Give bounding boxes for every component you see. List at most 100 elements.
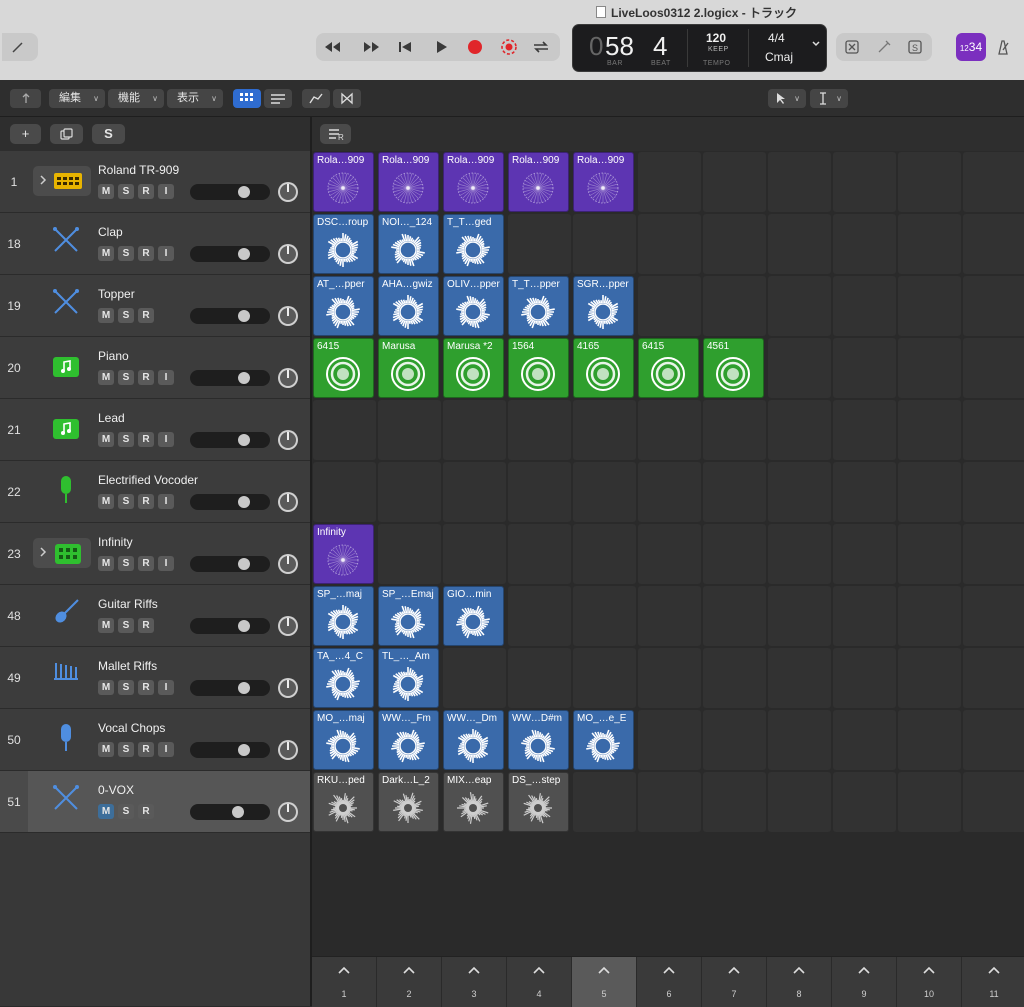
empty-cell[interactable] <box>638 276 701 336</box>
empty-cell[interactable] <box>703 400 766 460</box>
empty-cell[interactable] <box>898 524 961 584</box>
mute-button[interactable]: M <box>98 370 114 385</box>
loop-cell[interactable]: Rola…909 <box>313 152 374 212</box>
pan-knob[interactable] <box>277 739 299 761</box>
scene-trigger[interactable]: 2 <box>377 957 442 1007</box>
empty-cell[interactable] <box>638 648 701 708</box>
loop-cell[interactable]: NOI…_124 <box>378 214 439 274</box>
loop-cell[interactable]: Marusa <box>378 338 439 398</box>
track-row[interactable]: 19 Topper M S R <box>0 275 310 337</box>
empty-cell[interactable] <box>703 214 766 274</box>
track-row[interactable]: 48 Guitar Riffs M S R <box>0 585 310 647</box>
empty-cell[interactable] <box>898 276 961 336</box>
mute-button[interactable]: M <box>98 556 114 571</box>
loop-cell[interactable]: SP_…maj <box>313 586 374 646</box>
empty-cell[interactable] <box>573 214 636 274</box>
loop-cell[interactable]: WW…D#m <box>508 710 569 770</box>
empty-cell[interactable] <box>703 772 766 832</box>
track-row[interactable]: 20 Piano M S R I <box>0 337 310 399</box>
loop-cell[interactable]: MIX…eap <box>443 772 504 832</box>
empty-cell[interactable] <box>703 524 766 584</box>
empty-cell[interactable] <box>768 152 831 212</box>
track-row[interactable]: 18 Clap M S R I <box>0 213 310 275</box>
track-row[interactable]: 1 Roland TR-909 M S R I <box>0 151 310 213</box>
grid-view-button[interactable] <box>233 89 261 108</box>
track-row[interactable]: 21 Lead M S R I <box>0 399 310 461</box>
empty-cell[interactable] <box>833 400 896 460</box>
replace-icon[interactable] <box>844 39 860 55</box>
empty-cell[interactable] <box>898 772 961 832</box>
empty-cell[interactable] <box>963 648 1024 708</box>
pan-knob[interactable] <box>277 615 299 637</box>
scene-trigger[interactable]: 11 <box>962 957 1024 1007</box>
empty-cell[interactable] <box>768 772 831 832</box>
record-enable-button[interactable]: R <box>138 742 154 757</box>
empty-cell[interactable] <box>833 586 896 646</box>
volume-slider[interactable] <box>190 184 270 200</box>
track-row[interactable]: 23 Infinity M S R I <box>0 523 310 585</box>
empty-cell[interactable] <box>768 524 831 584</box>
count-in-button[interactable]: 1234 <box>956 33 986 61</box>
loop-cell[interactable]: 6415 <box>313 338 374 398</box>
empty-cell[interactable] <box>638 462 701 522</box>
empty-cell[interactable] <box>833 648 896 708</box>
metronome-icon[interactable] <box>994 38 1012 56</box>
loop-cell[interactable]: 1564 <box>508 338 569 398</box>
loop-cell[interactable]: MO_…maj <box>313 710 374 770</box>
empty-cell[interactable] <box>898 338 961 398</box>
solo-button[interactable]: S <box>92 124 125 144</box>
empty-cell[interactable] <box>508 214 571 274</box>
record-enable-button[interactable]: R <box>138 370 154 385</box>
loop-cell[interactable]: SGR…pper <box>573 276 634 336</box>
scene-trigger[interactable]: 5 <box>572 957 637 1007</box>
empty-cell[interactable] <box>443 648 506 708</box>
record-enable-button[interactable]: R <box>138 556 154 571</box>
loop-cell[interactable]: Rola…909 <box>378 152 439 212</box>
view-menu[interactable]: 表示 ∨ <box>167 89 223 108</box>
fast-forward-icon[interactable] <box>360 37 382 57</box>
loop-cell[interactable]: T_T…ged <box>443 214 504 274</box>
empty-cell[interactable] <box>833 772 896 832</box>
go-to-beginning-icon[interactable] <box>394 37 416 57</box>
scene-trigger[interactable]: 1 <box>312 957 377 1007</box>
empty-cell[interactable] <box>573 648 636 708</box>
empty-cell[interactable] <box>833 524 896 584</box>
track-name[interactable]: Piano <box>98 349 129 363</box>
empty-cell[interactable] <box>898 648 961 708</box>
volume-slider[interactable] <box>190 618 270 634</box>
solo-track-button[interactable]: S <box>118 246 134 261</box>
volume-slider[interactable] <box>190 370 270 386</box>
text-tool[interactable]: ∨ <box>810 89 848 108</box>
solo-track-button[interactable]: S <box>118 680 134 695</box>
volume-slider[interactable] <box>190 308 270 324</box>
empty-cell[interactable] <box>703 276 766 336</box>
track-name[interactable]: 0-VOX <box>98 783 134 797</box>
loop-cell[interactable]: AT_…pper <box>313 276 374 336</box>
track-name[interactable]: Guitar Riffs <box>98 597 158 611</box>
mute-button[interactable]: M <box>98 618 114 633</box>
volume-slider[interactable] <box>190 246 270 262</box>
input-monitor-button[interactable]: I <box>158 184 174 199</box>
empty-cell[interactable] <box>573 400 636 460</box>
scene-settings-button[interactable]: R <box>320 124 351 144</box>
empty-cell[interactable] <box>768 586 831 646</box>
empty-cell[interactable] <box>443 524 506 584</box>
pan-knob[interactable] <box>277 243 299 265</box>
track-name[interactable]: Topper <box>98 287 135 301</box>
empty-cell[interactable] <box>898 586 961 646</box>
empty-cell[interactable] <box>638 772 701 832</box>
track-stack-disclosure[interactable] <box>33 538 91 568</box>
scene-trigger[interactable]: 10 <box>897 957 962 1007</box>
empty-cell[interactable] <box>638 586 701 646</box>
empty-cell[interactable] <box>638 710 701 770</box>
input-monitor-button[interactable]: I <box>158 432 174 447</box>
empty-cell[interactable] <box>378 524 441 584</box>
empty-cell[interactable] <box>313 400 376 460</box>
volume-slider-knob[interactable] <box>238 744 250 756</box>
lcd-display[interactable]: 0 58 4 BAR BEAT 120 KEEP TEMPO 4/4 Cmaj <box>572 24 827 72</box>
loop-cell[interactable]: WW…_Fm <box>378 710 439 770</box>
scene-trigger[interactable]: 9 <box>832 957 897 1007</box>
mute-button[interactable]: M <box>98 742 114 757</box>
volume-slider[interactable] <box>190 680 270 696</box>
empty-cell[interactable] <box>963 276 1024 336</box>
